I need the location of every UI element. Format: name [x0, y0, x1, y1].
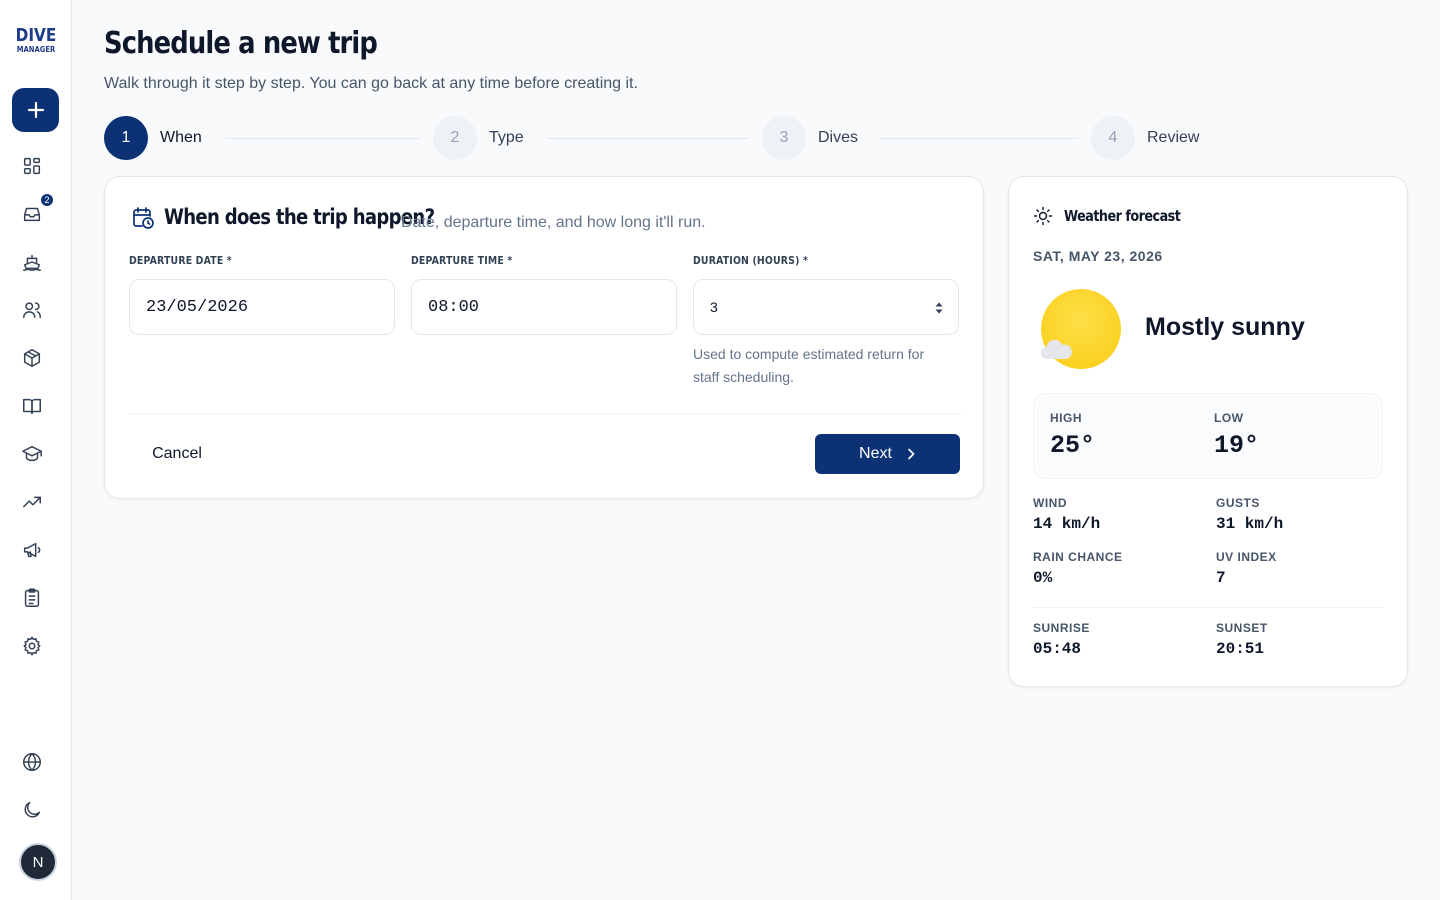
- app-logo[interactable]: DIVE MANAGER: [0, 27, 72, 54]
- next-button[interactable]: Next: [815, 434, 960, 474]
- departure-time-label: DEPARTURE TIME *: [411, 254, 513, 267]
- departure-date-label: DEPARTURE DATE *: [129, 254, 232, 267]
- step-connector: [547, 138, 749, 139]
- duration-field[interactable]: [693, 279, 959, 335]
- step-review[interactable]: 4 Review: [1091, 116, 1199, 160]
- step-number: 4: [1091, 116, 1135, 160]
- nav-reports[interactable]: [20, 490, 44, 514]
- nav-dashboard[interactable]: [20, 154, 44, 178]
- step-label: When: [160, 129, 202, 146]
- sunrise-value: 05:48: [1033, 640, 1082, 658]
- megaphone-icon: [23, 542, 41, 558]
- sunset-value: 20:51: [1216, 640, 1265, 658]
- page-title: Schedule a new trip: [104, 26, 378, 61]
- wind-label: WIND: [1033, 496, 1067, 510]
- sun-icon: [1033, 206, 1053, 226]
- language-button[interactable]: [20, 750, 44, 774]
- weather-divider: [1033, 607, 1383, 608]
- duration-input[interactable]: [710, 299, 942, 315]
- package-icon: [23, 349, 41, 367]
- low-value: 19°: [1214, 431, 1260, 460]
- step-number: 2: [433, 116, 477, 160]
- trip-when-card: When does the trip happen? Date, departu…: [104, 176, 984, 499]
- step-connector: [226, 138, 420, 139]
- inbox-icon: [23, 207, 41, 222]
- sunrise-label: SUNRISE: [1033, 621, 1090, 635]
- step-dives[interactable]: 3 Dives: [762, 116, 858, 160]
- nav-tasks[interactable]: [20, 586, 44, 610]
- nav-inventory[interactable]: [20, 346, 44, 370]
- high-low-panel: HIGH 25° LOW 19°: [1033, 393, 1383, 479]
- dashboard-icon: [23, 157, 41, 175]
- nav-customers[interactable]: [20, 298, 44, 322]
- departure-date-input[interactable]: [146, 297, 378, 317]
- globe-icon: [23, 753, 41, 771]
- logo-line2: MANAGER: [16, 45, 56, 54]
- next-button-label: Next: [859, 445, 892, 462]
- moon-icon: [24, 801, 41, 818]
- nav-boats[interactable]: [20, 250, 44, 274]
- weather-condition: Mostly sunny: [1145, 313, 1305, 341]
- nav-settings[interactable]: [20, 634, 44, 658]
- uv-index-value: 7: [1216, 569, 1226, 587]
- wind-value: 14 km/h: [1033, 515, 1101, 533]
- uv-index-label: UV INDEX: [1216, 550, 1277, 564]
- step-when[interactable]: 1 When: [104, 116, 202, 160]
- step-label: Type: [489, 129, 524, 146]
- graduation-cap-icon: [22, 445, 42, 462]
- high-label: HIGH: [1050, 411, 1082, 425]
- cancel-button[interactable]: Cancel: [129, 434, 225, 474]
- calendar-clock-icon: [131, 206, 154, 229]
- nav-logbook[interactable]: [20, 394, 44, 418]
- step-number: 1: [104, 116, 148, 160]
- weather-forecast-card: Weather forecast SAT, MAY 23, 2026 Mostl…: [1008, 176, 1408, 687]
- step-label: Review: [1147, 129, 1200, 146]
- trending-up-icon: [23, 496, 41, 508]
- duration-help-text: Used to compute estimated return for sta…: [693, 346, 925, 385]
- sidebar: DIVE MANAGER 2 N: [0, 0, 72, 900]
- low-label: LOW: [1214, 411, 1244, 425]
- nav-inbox[interactable]: 2: [20, 192, 55, 226]
- departure-date-field[interactable]: [129, 279, 395, 335]
- clipboard-icon: [24, 588, 40, 607]
- ship-icon: [23, 254, 41, 271]
- duration-label: DURATION (HOURS) *: [693, 254, 809, 267]
- user-avatar[interactable]: N: [19, 843, 57, 881]
- new-item-button[interactable]: [12, 88, 59, 132]
- logo-line1: DIVE: [15, 25, 57, 46]
- card-description: Date, departure time, and how long it'll…: [401, 214, 706, 231]
- sunset-label: SUNSET: [1216, 621, 1268, 635]
- weather-title: Weather forecast: [1064, 207, 1181, 225]
- gear-icon: [23, 636, 41, 656]
- card-divider: [129, 413, 961, 414]
- theme-toggle[interactable]: [20, 798, 44, 822]
- departure-time-field[interactable]: [411, 279, 677, 335]
- users-icon: [23, 302, 41, 319]
- plus-icon: [27, 101, 44, 119]
- chevron-right-icon: [906, 448, 916, 460]
- step-connector: [879, 138, 1078, 139]
- step-label: Dives: [818, 129, 859, 146]
- inbox-badge: 2: [39, 192, 55, 208]
- forecast-date: SAT, MAY 23, 2026: [1033, 248, 1163, 264]
- book-open-icon: [23, 398, 41, 415]
- page-subtitle: Walk through it step by step. You can go…: [104, 75, 638, 92]
- high-value: 25°: [1050, 431, 1096, 460]
- nav-marketing[interactable]: [20, 538, 44, 562]
- nav-courses[interactable]: [20, 442, 44, 466]
- gusts-value: 31 km/h: [1216, 515, 1284, 533]
- departure-time-input[interactable]: [428, 297, 660, 317]
- stepper-arrows-icon[interactable]: [934, 300, 944, 316]
- rain-chance-label: RAIN CHANCE: [1033, 550, 1123, 564]
- step-number: 3: [762, 116, 806, 160]
- card-title: When does the trip happen?: [164, 205, 435, 229]
- cloud-icon: [1040, 339, 1072, 360]
- gusts-label: GUSTS: [1216, 496, 1260, 510]
- step-type[interactable]: 2 Type: [433, 116, 524, 160]
- rain-chance-value: 0%: [1033, 569, 1053, 587]
